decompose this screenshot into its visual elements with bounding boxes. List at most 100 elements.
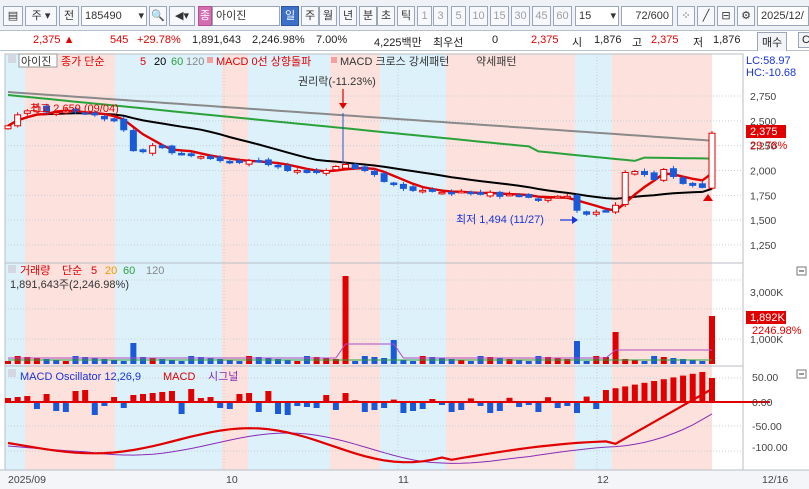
macd-oscillator-bar [91, 402, 98, 415]
interval-select[interactable]: 15 ▾ [575, 6, 619, 26]
macd-oscillator-bar [641, 382, 648, 402]
volume-bar [168, 360, 175, 364]
extra-button[interactable]: C [798, 32, 809, 48]
volume-bar [53, 360, 60, 364]
volume-bar [5, 361, 11, 364]
candle-body [370, 170, 378, 175]
interval-button[interactable]: 1 [417, 6, 432, 26]
gear-icon[interactable]: ⚙ [737, 6, 755, 26]
macd-oscillator-bar [342, 393, 349, 402]
legend-ma-label: 종가 단순 [61, 55, 105, 68]
interval-button[interactable]: 5 [451, 6, 466, 26]
stock-code-input[interactable]: 185490 ▾ [81, 6, 147, 26]
volume-bar [400, 360, 407, 364]
volume-bar [323, 358, 330, 364]
interval-button[interactable]: 30 [511, 6, 530, 26]
date-label-nov: 11 [398, 474, 409, 486]
candle-body [361, 166, 369, 172]
open-label: 시 [572, 37, 583, 49]
interval-button[interactable]: 45 [532, 6, 551, 26]
interval-button[interactable]: 60 [553, 6, 572, 26]
candle-body [235, 160, 243, 164]
volume-bar [573, 341, 580, 364]
stock-name-field[interactable]: 아이진 [212, 6, 280, 26]
scope-button[interactable]: 전 [59, 6, 79, 26]
candle-body [563, 195, 571, 199]
high-value: 2,375 [651, 34, 679, 46]
macd-oscillator-bar [535, 402, 542, 412]
period-tab[interactable]: 월 [319, 6, 337, 26]
candle-body [515, 194, 523, 198]
price-text: 2,375 [33, 34, 61, 46]
period-tab[interactable]: 일 [281, 6, 299, 26]
candle-body [409, 186, 417, 191]
low-label: 저 [693, 37, 704, 49]
low-annotation: 최저 1,494 (11/27) [456, 213, 544, 226]
sound-icon[interactable]: ◀▾ [169, 6, 195, 26]
search-icon[interactable]: 🔍 [149, 6, 167, 26]
volume-bar [62, 361, 69, 364]
candle-body [342, 164, 350, 169]
macd-tick: 50.00 [752, 372, 778, 384]
macd-oscillator-bar [275, 402, 282, 414]
volume-bar [410, 361, 417, 364]
legend-ma60: 60 [171, 56, 183, 68]
stock-chart[interactable]: 2,7502,5002,2502,0001,7501,5001,2503,000… [0, 51, 809, 489]
candle-body [544, 197, 552, 201]
candle-body [448, 191, 456, 195]
candle-body [583, 211, 591, 215]
macd-oscillator-bar [622, 386, 629, 402]
current-pct: 29.78% [750, 140, 788, 152]
priority-qty: 0 [492, 34, 499, 46]
buy-button[interactable]: 매수 [757, 32, 788, 52]
period-tab[interactable]: 틱 [397, 6, 415, 26]
stock-type-badge: 종 [198, 6, 212, 26]
legend-box-icon [8, 55, 16, 63]
volume-legend-name: 거래량 [20, 264, 50, 277]
legend-stock-name: 아이진 [21, 55, 51, 68]
volume-bar [352, 361, 359, 364]
draw-icon[interactable]: ╱ [697, 6, 715, 26]
signal-zone [446, 54, 575, 263]
interval-button[interactable]: 10 [469, 6, 488, 26]
candle-body [640, 170, 648, 175]
volume-bar [342, 276, 349, 364]
menu-icon[interactable]: ▤ [3, 6, 23, 26]
indicator-icon[interactable]: ⁘ [677, 6, 695, 26]
macd-oscillator-bar [410, 402, 417, 411]
interval-button[interactable]: 3 [433, 6, 448, 26]
macd-oscillator-bar [178, 402, 185, 414]
macd-oscillator-bar [62, 402, 69, 412]
mode-label: 주 [31, 10, 42, 22]
candle-body [245, 160, 253, 165]
volume-bar [458, 360, 465, 364]
lc-value: LC:58.97 [746, 55, 791, 67]
signal-zone [612, 263, 712, 366]
period-tab[interactable]: 초 [377, 6, 395, 26]
signal-zone [5, 54, 25, 263]
date-label-sep: 2025/09 [8, 474, 46, 486]
candle-body [602, 210, 610, 213]
macd-tick: 0.00 [752, 397, 773, 409]
interval-button[interactable]: 15 [490, 6, 509, 26]
volume-legend-ma120: 120 [146, 265, 164, 277]
price-tick: 1,500 [750, 215, 776, 227]
price-tick: 1,750 [750, 190, 776, 202]
config-icon[interactable]: ⊟ [717, 6, 735, 26]
candle-body [650, 172, 658, 180]
candle-body [505, 193, 513, 197]
price-tick: 2,750 [750, 91, 776, 103]
count-input[interactable]: 72/600 [621, 6, 673, 26]
macd-oscillator-bar [670, 377, 677, 402]
period-tab[interactable]: 주 [301, 6, 319, 26]
mode-select[interactable]: 주 ▾ [25, 6, 57, 26]
candle-body [534, 198, 542, 201]
date-input[interactable]: 2025/12/ [757, 6, 809, 26]
period-tab[interactable]: 분 [359, 6, 377, 26]
candle-body [110, 118, 118, 122]
candle-body [698, 183, 706, 188]
period-tab[interactable]: 년 [339, 6, 357, 26]
volume-bar [670, 358, 677, 364]
signal-zone [380, 54, 446, 263]
volume-bar [381, 358, 388, 364]
